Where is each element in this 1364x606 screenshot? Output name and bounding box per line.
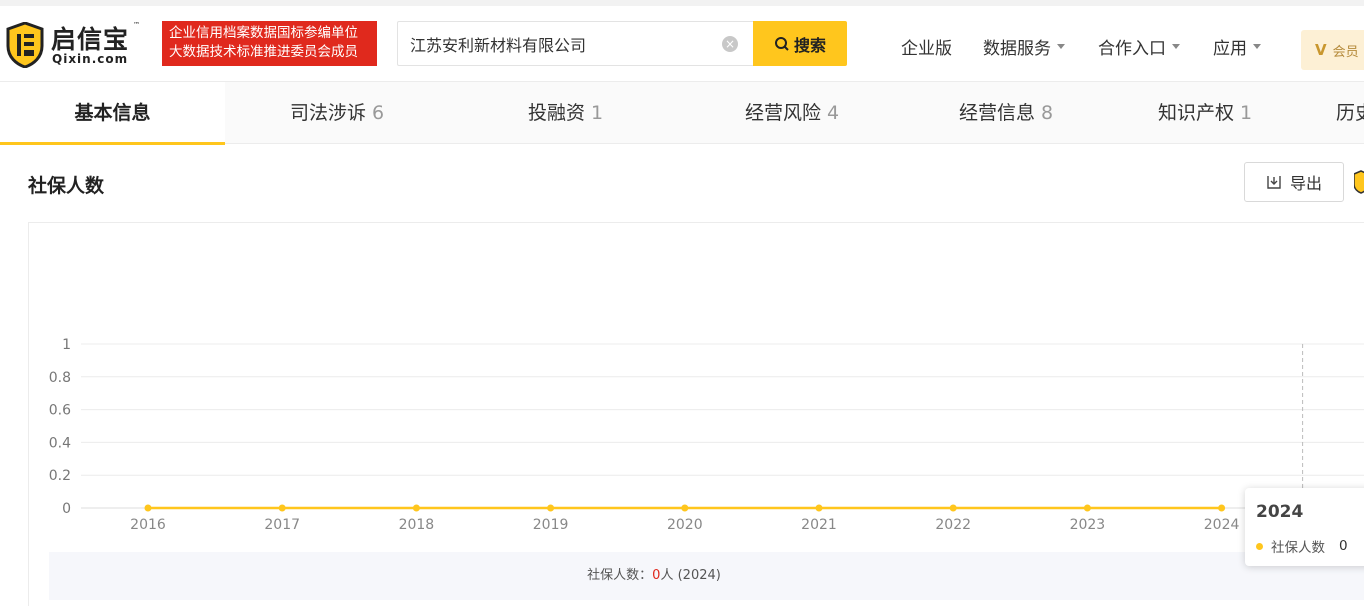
nav-data-service-label: 数据服务 (983, 39, 1051, 59)
data-point (1083, 504, 1091, 512)
nav-enterprise[interactable]: 企业版 (901, 34, 952, 59)
tab-basic-info[interactable]: 基本信息 (0, 82, 225, 145)
search-icon (774, 36, 789, 51)
data-point (412, 504, 420, 512)
chart-summary: 社保人数：0人 (2024) (49, 552, 1364, 600)
nav-apps-label: 应用 (1213, 39, 1247, 59)
tab-operating-info[interactable]: 经营信息 8 (959, 82, 1053, 144)
chevron-down-icon (1253, 44, 1261, 49)
chevron-down-icon (1057, 44, 1065, 49)
top-header: 启信宝 ™ Qixin.com 企业信用档案数据国标参编单位 大数据技术标准推进… (0, 0, 1364, 82)
logo-trademark: ™ (133, 21, 140, 29)
y-tick-label: 0.8 (49, 370, 71, 386)
tooltip-title: 2024 (1256, 502, 1304, 522)
clear-icon[interactable]: × (722, 36, 738, 52)
search-button[interactable]: 搜索 (753, 21, 847, 66)
tooltip-value: 0 (1339, 538, 1348, 554)
y-tick-label: 0.6 (49, 403, 71, 419)
y-tick-label: 0 (62, 501, 71, 517)
vip-v-icon: V (1315, 41, 1327, 59)
x-tick-label: 2018 (399, 517, 435, 533)
export-button[interactable]: 导出 (1244, 162, 1344, 202)
tab-label: 基本信息 (74, 102, 151, 124)
tab-label: 知识产权 (1158, 102, 1235, 124)
search-button-label: 搜索 (793, 35, 826, 55)
data-point (681, 504, 689, 512)
y-tick-label: 1 (62, 337, 71, 353)
tab-label: 历史 (1336, 102, 1364, 124)
social-security-line-chart: 0 0.2 0.4 0.6 0.8 1 2016 2017 2018 2019 2020 2021 20… (49, 337, 1364, 533)
x-tick-label: 2022 (935, 517, 971, 533)
summary-prefix: 社保人数： (587, 568, 653, 583)
tab-count: 8 (1041, 102, 1054, 124)
tab-label: 投融资 (528, 102, 586, 124)
x-tick-label: 2017 (264, 517, 300, 533)
data-point (949, 504, 957, 512)
data-point (815, 504, 823, 512)
badge-line-1: 企业信用档案数据国标参编单位 (169, 25, 358, 41)
vip-label: 会员 (1332, 44, 1359, 60)
tab-count: 4 (827, 102, 840, 124)
tab-label: 经营信息 (959, 102, 1036, 124)
tab-history[interactable]: 历史 (1336, 82, 1364, 144)
logo-text: 启信宝 (51, 25, 130, 54)
summary-year: (2024) (673, 568, 721, 583)
data-point (144, 504, 152, 512)
tab-financing[interactable]: 投融资 1 (528, 82, 603, 144)
tab-operating-risk[interactable]: 经营风险 4 (745, 82, 839, 144)
nav-apps[interactable]: 应用 (1213, 34, 1261, 59)
export-label: 导出 (1289, 174, 1322, 193)
vip-button[interactable]: V 会员 (1301, 30, 1364, 70)
tab-bar: 基本信息 司法涉诉6 投融资1 经营风险4 经营信息8 知识产权1 历史 (0, 82, 1364, 145)
shield-icon[interactable] (1354, 170, 1364, 194)
nav-data-service[interactable]: 数据服务 (983, 34, 1065, 59)
x-tick-label: 2021 (801, 517, 837, 533)
tab-label: 司法涉诉 (290, 102, 367, 124)
x-tick-label: 2019 (533, 517, 569, 533)
shield-logo-icon (6, 22, 44, 68)
chart-card: 0 0.2 0.4 0.6 0.8 1 2016 2017 2018 2019 2020 2021 20… (28, 222, 1364, 606)
tab-count: 1 (1240, 102, 1253, 124)
search-box: × (397, 21, 754, 66)
standard-badge: 企业信用档案数据国标参编单位 大数据技术标准推进委员会成员 (162, 21, 377, 66)
y-tick-label: 0.4 (49, 435, 71, 451)
qixin-logo[interactable]: 启信宝 ™ Qixin.com (6, 20, 146, 70)
tooltip-series-label: 社保人数 (1271, 540, 1325, 556)
x-tick-label: 2023 (1070, 517, 1106, 533)
data-point (547, 504, 555, 512)
x-tick-label: 2024 (1204, 517, 1240, 533)
data-point (278, 504, 286, 512)
nav-cooperation[interactable]: 合作入口 (1098, 34, 1180, 59)
series-dot-icon (1256, 542, 1263, 550)
tab-label: 经营风险 (745, 102, 822, 124)
section-title: 社保人数 (28, 175, 105, 197)
x-tick-label: 2020 (667, 517, 703, 533)
summary-unit: 人 (660, 568, 674, 583)
logo-domain: Qixin.com (52, 52, 129, 66)
search-input[interactable] (410, 32, 710, 56)
badge-line-2: 大数据技术标准推进委员会成员 (169, 44, 358, 60)
tab-count: 1 (591, 102, 604, 124)
tab-ip[interactable]: 知识产权 1 (1158, 82, 1252, 144)
nav-cooperation-label: 合作入口 (1098, 39, 1166, 59)
data-point (1218, 504, 1226, 512)
chart-tooltip: 2024 社保人数 0 (1245, 488, 1364, 566)
tab-judicial[interactable]: 司法涉诉 6 (290, 82, 384, 144)
x-tick-label: 2016 (130, 517, 166, 533)
tooltip-row: 社保人数 0 (1256, 536, 1348, 556)
export-icon (1267, 176, 1281, 189)
tab-count: 6 (372, 102, 385, 124)
chevron-down-icon (1172, 44, 1180, 49)
nav-enterprise-label: 企业版 (901, 39, 952, 59)
y-tick-label: 0.2 (49, 468, 71, 484)
